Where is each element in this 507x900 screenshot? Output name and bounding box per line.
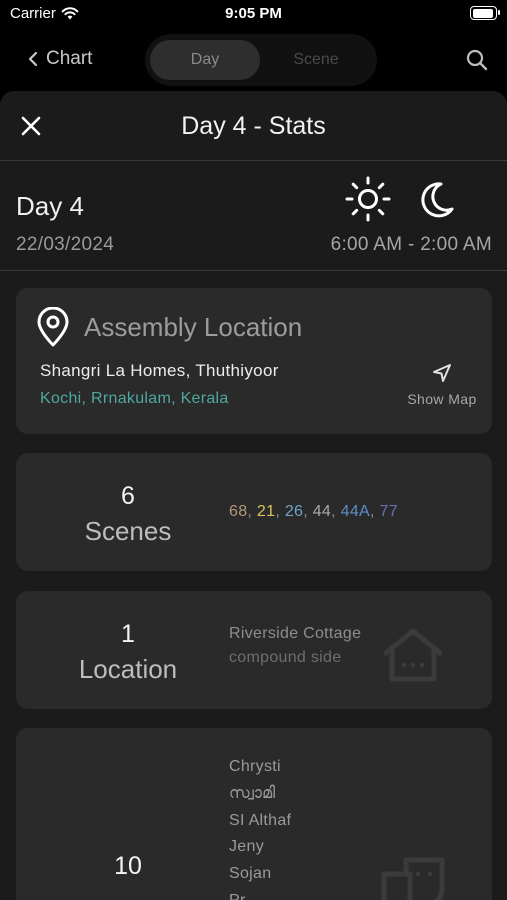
house-icon (383, 628, 443, 682)
status-bar: Carrier 9:05 PM (0, 0, 507, 30)
cast-name: Jeny (229, 838, 264, 856)
status-time: 9:05 PM (225, 5, 282, 22)
nav-bar: Chart Day Scene (0, 32, 507, 88)
location-sub: compound side (229, 649, 342, 666)
day-date: 22/03/2024 (16, 234, 115, 255)
scene-number: 77 (379, 503, 398, 520)
tab-day[interactable]: Day (150, 40, 260, 80)
scene-separator: , (331, 503, 341, 520)
scene-separator: , (370, 503, 380, 520)
map-pin-icon (37, 307, 69, 347)
moon-icon (421, 182, 454, 218)
navigation-arrow-icon (433, 364, 451, 382)
cast-name: Sojan (229, 865, 272, 883)
cast-name-list: Chrysti സ്വാമി SI Althaf Jeny Sojan Pr..… (229, 754, 291, 900)
call-time-range: 6:00 AM - 2:00 AM (330, 234, 492, 255)
scene-separator: , (275, 503, 285, 520)
scene-label: Scenes (84, 516, 172, 546)
chevron-left-icon (28, 51, 38, 67)
day-summary: Day 4 22/03/2024 6:00 AM - 2:00 AM (0, 161, 507, 271)
search-icon[interactable] (465, 48, 489, 72)
assembly-location-card: Assembly Location Shangri La Homes, Thut… (16, 288, 492, 434)
stats-sheet: Day 4 - Stats Day 4 22/03/2024 6:00 AM -… (0, 91, 507, 900)
cast-name: സ്വാമി (229, 784, 276, 802)
sun-icon (345, 176, 391, 222)
location-count: 1 (121, 620, 135, 648)
assembly-location-title: Assembly Location (84, 312, 303, 342)
scene-number: 44A (340, 503, 370, 520)
theater-masks-icon (381, 857, 445, 900)
scenes-card[interactable]: 6 Scenes 68, 21, 26, 44, 44A, 77 (16, 453, 492, 571)
locations-card[interactable]: 1 Location Riverside Cottage compound si… (16, 591, 492, 709)
tab-scene[interactable]: Scene (261, 40, 371, 80)
show-map-label: Show Map (407, 391, 477, 407)
location-name: Riverside Cottage (229, 625, 362, 642)
cast-card[interactable]: 10 Chrysti സ്വാമി SI Althaf Jeny Sojan P… (16, 728, 492, 900)
cast-name: SI Althaf (229, 811, 292, 829)
sheet-header: Day 4 - Stats (0, 91, 507, 161)
scene-separator: , (303, 503, 313, 520)
sheet-title: Day 4 - Stats (181, 112, 326, 140)
cast-count: 10 (114, 852, 142, 880)
back-label: Chart (46, 48, 93, 69)
view-segmented-control: Day Scene (145, 34, 377, 86)
assembly-address: Shangri La Homes, Thuthiyoor (40, 361, 279, 380)
show-map-button[interactable]: Show Map (402, 362, 482, 407)
scene-number: 21 (256, 503, 276, 520)
cast-name: Chrysti (229, 758, 281, 775)
cast-name: Pr... (229, 888, 291, 900)
scene-separator: , (247, 503, 257, 520)
scene-number: 68 (229, 503, 248, 520)
assembly-city[interactable]: Kochi, Rrnakulam, Kerala (40, 390, 229, 408)
scene-number-list: 68, 21, 26, 44, 44A, 77 (229, 503, 398, 521)
battery-icon (470, 6, 500, 20)
location-label: Location (78, 654, 178, 684)
scene-count: 6 (121, 482, 135, 510)
day-label: Day 4 (16, 191, 84, 221)
scene-number: 26 (284, 503, 304, 520)
back-button[interactable]: Chart (28, 48, 92, 70)
scene-number: 44 (312, 503, 332, 520)
